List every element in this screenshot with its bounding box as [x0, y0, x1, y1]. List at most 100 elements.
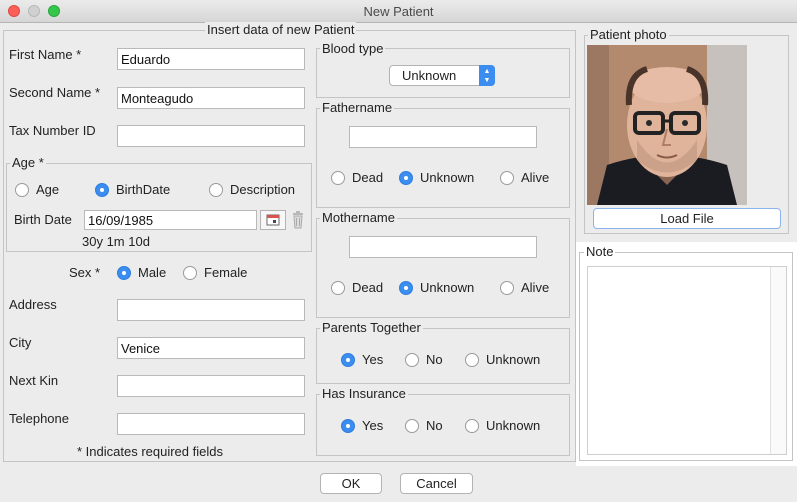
mothername-group	[316, 218, 570, 318]
radio-label: Alive	[521, 280, 550, 295]
radio-indicator	[209, 182, 223, 197]
window-title: New Patient	[363, 4, 434, 19]
mother-radio-unknown[interactable]: Unknown	[399, 280, 474, 295]
radio-indicator	[15, 182, 29, 197]
radio-indicator	[405, 352, 419, 367]
note-title: Note	[584, 244, 616, 259]
age-radio-age[interactable]: Age	[15, 182, 59, 197]
calendar-icon-button[interactable]	[260, 210, 286, 230]
radio-label: Description	[230, 182, 296, 197]
trash-icon	[293, 211, 303, 229]
next-kin-input[interactable]	[117, 375, 305, 397]
radio-label: No	[426, 352, 443, 367]
radio-label: Female	[204, 265, 248, 280]
trash-icon-button[interactable]	[288, 210, 308, 230]
note-text	[588, 267, 786, 273]
radio-label: Alive	[521, 170, 550, 185]
patient-photo-title: Patient photo	[588, 27, 669, 42]
age-group-title: Age *	[10, 155, 46, 170]
radio-label: Male	[138, 265, 167, 280]
mothername-title: Mothername	[320, 210, 397, 225]
radio-label: Unknown	[420, 170, 475, 185]
father-radio-unknown[interactable]: Unknown	[399, 170, 474, 185]
age-radio-birthdate[interactable]: BirthDate	[95, 182, 170, 197]
blood-type-title: Blood type	[320, 41, 386, 56]
radio-label: No	[426, 418, 443, 433]
city-input[interactable]	[117, 337, 305, 359]
radio-label: BirthDate	[116, 182, 171, 197]
sex-label: Sex *	[69, 265, 101, 280]
sex-radio-female[interactable]: Female	[183, 265, 247, 280]
fathername-group	[316, 108, 570, 208]
cancel-button[interactable]: Cancel	[400, 473, 473, 494]
telephone-input[interactable]	[117, 413, 305, 435]
age-group	[6, 163, 312, 252]
radio-indicator-selected	[117, 265, 131, 280]
radio-label: Unknown	[486, 352, 541, 367]
radio-indicator	[331, 170, 345, 185]
address-input[interactable]	[117, 299, 305, 321]
note-scrollbar[interactable]	[770, 267, 786, 454]
address-label: Address	[9, 297, 57, 312]
radio-label: Dead	[352, 170, 384, 185]
blood-type-value: Unknown	[402, 68, 457, 83]
has-insurance-title: Has Insurance	[320, 386, 408, 401]
radio-label: Unknown	[486, 418, 541, 433]
telephone-label: Telephone	[9, 411, 69, 426]
radio-indicator	[405, 418, 419, 433]
note-textarea[interactable]	[587, 266, 787, 455]
birth-date-label: Birth Date	[14, 212, 72, 227]
insert-data-group-title: Insert data of new Patient	[205, 22, 357, 37]
required-fields-note: * Indicates required fields	[77, 444, 223, 459]
radio-label: Age	[36, 182, 60, 197]
first-name-label: First Name *	[9, 47, 82, 62]
insurance-radio-unknown[interactable]: Unknown	[465, 418, 540, 433]
ok-button[interactable]: OK	[320, 473, 382, 494]
second-name-label: Second Name *	[9, 85, 101, 100]
fathername-title: Fathername	[320, 100, 395, 115]
mothername-input[interactable]	[349, 236, 537, 258]
mother-radio-dead[interactable]: Dead	[331, 280, 383, 295]
radio-indicator-selected	[399, 170, 413, 185]
patient-photo	[587, 45, 747, 205]
radio-indicator-selected	[341, 418, 355, 433]
radio-label: Yes	[362, 418, 384, 433]
radio-label: Yes	[362, 352, 384, 367]
load-file-button[interactable]: Load File	[593, 208, 781, 229]
parents-together-title: Parents Together	[320, 320, 423, 335]
city-label: City	[9, 335, 32, 350]
father-radio-alive[interactable]: Alive	[500, 170, 549, 185]
computed-age: 30y 1m 10d	[82, 234, 150, 249]
parents-radio-no[interactable]: No	[405, 352, 443, 367]
blood-type-select[interactable]: Unknown ▲ ▼	[389, 65, 495, 86]
chevron-up-down-icon: ▲ ▼	[479, 65, 495, 86]
tax-number-input[interactable]	[117, 125, 305, 147]
age-radio-description[interactable]: Description	[209, 182, 295, 197]
first-name-input[interactable]	[117, 48, 305, 70]
birth-date-input[interactable]	[84, 210, 257, 230]
insurance-radio-yes[interactable]: Yes	[341, 418, 383, 433]
radio-indicator-selected	[341, 352, 355, 367]
radio-label: Unknown	[420, 280, 475, 295]
mother-radio-alive[interactable]: Alive	[500, 280, 549, 295]
sex-radio-male[interactable]: Male	[117, 265, 166, 280]
second-name-input[interactable]	[117, 87, 305, 109]
radio-indicator	[500, 170, 514, 185]
radio-indicator	[183, 265, 197, 280]
radio-indicator-selected	[95, 182, 109, 197]
parents-radio-yes[interactable]: Yes	[341, 352, 383, 367]
calendar-icon	[266, 214, 280, 226]
father-radio-dead[interactable]: Dead	[331, 170, 383, 185]
window-titlebar: New Patient	[0, 0, 797, 23]
patient-photo-image	[587, 45, 747, 205]
radio-indicator	[465, 418, 479, 433]
fathername-input[interactable]	[349, 126, 537, 148]
radio-label: Dead	[352, 280, 384, 295]
radio-indicator	[500, 280, 514, 295]
tax-number-label: Tax Number ID	[9, 123, 96, 138]
radio-indicator	[331, 280, 345, 295]
radio-indicator	[465, 352, 479, 367]
radio-indicator-selected	[399, 280, 413, 295]
insurance-radio-no[interactable]: No	[405, 418, 443, 433]
parents-radio-unknown[interactable]: Unknown	[465, 352, 540, 367]
